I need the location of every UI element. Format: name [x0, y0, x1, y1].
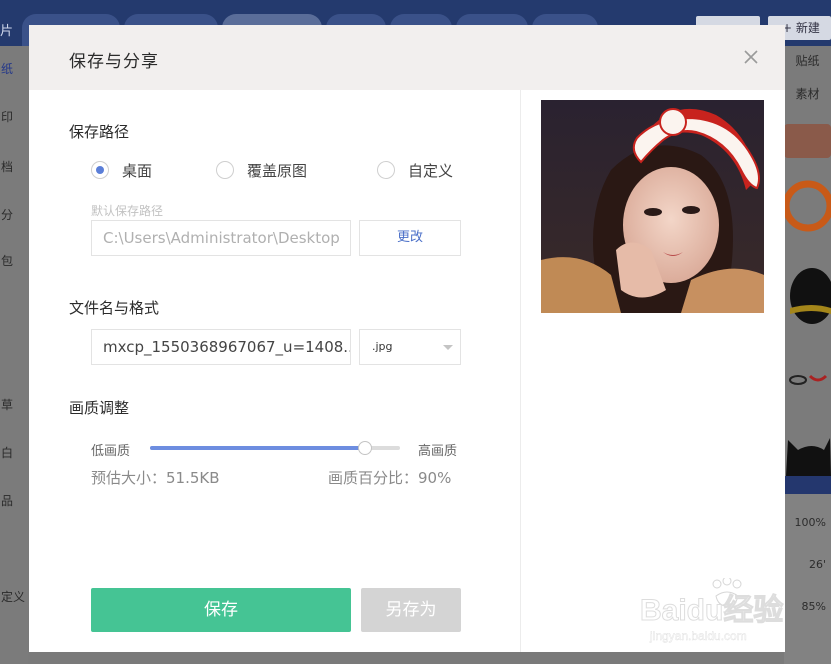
sticker-thumbnail[interactable] — [784, 256, 831, 332]
quality-percent: 画质百分比：90% — [328, 469, 452, 487]
format-select-value: .jpg — [372, 340, 393, 353]
sticker-hat-icon — [790, 268, 831, 324]
sticker-thumbnail[interactable] — [784, 344, 831, 410]
default-path-hint: 默认保存路径 — [91, 204, 164, 218]
left-item[interactable]: 档 — [0, 158, 28, 175]
save-as-button[interactable]: 另存为 — [361, 588, 461, 632]
app-left-sidebar — [0, 46, 28, 664]
close-button[interactable] — [741, 47, 761, 67]
baidu-logo-icon: Baidu经验 jingyan.baidu.com — [640, 576, 784, 643]
scale-value: 85% — [801, 600, 826, 613]
radio-overwrite-circle[interactable] — [216, 161, 234, 179]
quality-title: 画质调整 — [69, 399, 130, 417]
chevron-down-icon — [443, 345, 453, 350]
left-item[interactable]: 分 — [0, 206, 28, 223]
adjust-panel-header — [784, 476, 831, 494]
preview-image — [541, 100, 764, 313]
save-path-field[interactable]: C:\Users\Administrator\Desktop — [91, 220, 351, 256]
radio-desktop-label: 桌面 — [122, 161, 153, 180]
radio-overwrite-label: 覆盖原图 — [247, 161, 308, 180]
save-path-title: 保存路径 — [69, 123, 130, 141]
left-item[interactable]: 草 — [0, 396, 28, 413]
left-item[interactable]: 白 — [0, 444, 28, 461]
sticker-thumbnail[interactable] — [784, 420, 831, 476]
quality-slider-fill — [150, 446, 365, 450]
svg-text:jingyan.baidu.com: jingyan.baidu.com — [649, 629, 747, 643]
filename-format-title: 文件名与格式 — [69, 299, 160, 317]
right-tab-stickers[interactable]: 贴纸 — [784, 52, 831, 69]
dialog-divider — [520, 90, 521, 652]
radio-desktop[interactable]: 桌面 — [91, 160, 152, 180]
quality-slider-track[interactable] — [150, 441, 400, 455]
baidu-watermark: Baidu经验 jingyan.baidu.com — [640, 576, 790, 648]
sticker-cat-icon — [786, 438, 831, 476]
radio-overwrite[interactable]: 覆盖原图 — [216, 160, 307, 180]
save-share-dialog: 保存与分享 保存路径 桌面 覆盖原图 自定义 默认保存路径 C:\Users\A… — [29, 25, 785, 652]
estimated-size: 预估大小：51.5KB — [91, 469, 220, 487]
sticker-hoop-icon — [782, 180, 831, 232]
left-item[interactable]: 包 — [0, 252, 28, 269]
left-item[interactable]: 纸 — [0, 60, 28, 77]
change-path-button[interactable]: 更改 — [359, 220, 461, 256]
portrait-preview-icon — [541, 100, 764, 313]
close-icon — [744, 50, 758, 64]
left-item[interactable]: 品 — [0, 492, 28, 509]
rotation-value: 26' — [808, 558, 826, 571]
radio-custom[interactable]: 自定义 — [377, 160, 453, 180]
sticker-thumbnail[interactable] — [782, 168, 831, 244]
left-item[interactable]: 印 — [0, 108, 28, 125]
sticker-face-icon — [789, 374, 828, 385]
quality-slider-thumb[interactable] — [358, 441, 372, 455]
filename-input[interactable]: mxcp_1550368967067_u=1408... — [91, 329, 351, 365]
radio-desktop-circle[interactable] — [91, 161, 109, 179]
svg-text:Baidu经验: Baidu经验 — [640, 593, 783, 627]
radio-custom-circle[interactable] — [377, 161, 395, 179]
format-select[interactable]: .jpg — [359, 329, 461, 365]
high-quality-label: 高画质 — [418, 444, 458, 459]
opacity-value: 100% — [794, 516, 826, 529]
save-button[interactable]: 保存 — [91, 588, 351, 632]
radio-custom-label: 自定义 — [408, 161, 454, 180]
dialog-header: 保存与分享 — [29, 25, 785, 90]
low-quality-label: 低画质 — [91, 444, 131, 459]
dialog-title: 保存与分享 — [69, 52, 159, 72]
sticker-thumbnail[interactable] — [784, 124, 831, 158]
left-item[interactable]: 定义 — [0, 588, 28, 605]
app-top-left-label: 片 — [0, 24, 14, 39]
right-tab-materials[interactable]: 素材 — [784, 85, 831, 102]
